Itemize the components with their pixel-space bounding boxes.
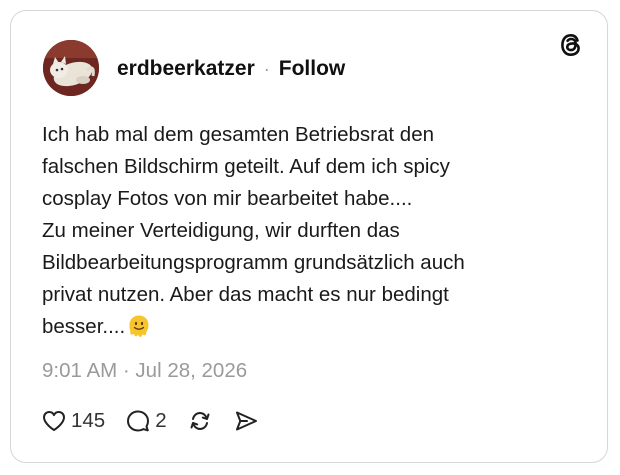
reply-button[interactable]: 2 xyxy=(125,408,167,434)
post-text: Ich hab mal dem gesamten Betriebsrat den… xyxy=(42,119,562,343)
separator-dot: · xyxy=(263,58,270,79)
username-link[interactable]: erdbeerkatzer xyxy=(117,57,255,81)
heart-icon xyxy=(41,408,67,434)
share-button[interactable] xyxy=(233,408,259,434)
action-bar: 145 2 xyxy=(41,407,279,435)
threads-logo-icon[interactable] xyxy=(557,31,585,59)
repost-icon xyxy=(187,408,213,434)
share-icon xyxy=(233,408,259,434)
like-count: 145 xyxy=(71,409,106,432)
comment-icon xyxy=(125,408,151,434)
post-body: Ich hab mal dem gesamten Betriebsrat den… xyxy=(42,123,465,338)
avatar[interactable] xyxy=(43,40,99,96)
post-timestamp[interactable]: 9:01 AM · Jul 28, 2026 xyxy=(42,359,247,383)
follow-button[interactable]: Follow xyxy=(279,57,346,81)
post-header: erdbeerkatzer · Follow xyxy=(117,55,345,83)
reply-count: 2 xyxy=(155,409,167,432)
repost-button[interactable] xyxy=(187,408,213,434)
like-button[interactable]: 145 xyxy=(41,408,105,434)
cat-avatar-image xyxy=(43,40,99,96)
melting-face-emoji xyxy=(128,314,150,338)
post-card: erdbeerkatzer · Follow Ich hab mal dem g… xyxy=(10,10,608,463)
